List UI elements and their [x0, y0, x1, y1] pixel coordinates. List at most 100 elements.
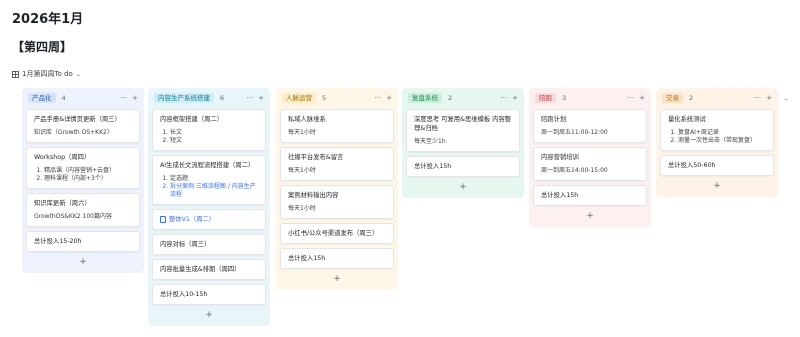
- more-icon[interactable]: ···: [374, 94, 381, 102]
- card[interactable]: 小红书/公众号渠道发布（周三）: [280, 223, 394, 244]
- card-title: 陪跑计划: [541, 116, 567, 123]
- add-card-button[interactable]: +: [26, 255, 140, 269]
- card-title: 内容营销培训: [541, 154, 579, 161]
- card-title: 内容批量生成&排期（周四）: [160, 266, 241, 273]
- card-title: 社媒平台发布&留言: [288, 154, 344, 161]
- column-trading: 交易 2 ··· + 量化系统测试 复盘AI+周记录 测量一次性出击（带现复盘）…: [656, 88, 778, 197]
- add-icon[interactable]: +: [512, 94, 518, 102]
- card-sub: 每天1小时: [288, 129, 316, 136]
- card[interactable]: 内容对标（周三）: [152, 234, 266, 255]
- card-sub: 周一到周五14:00-15:00: [541, 167, 608, 174]
- column-count: 2: [448, 93, 453, 102]
- column-count: 2: [689, 93, 694, 102]
- chevron-down-icon: ⌄: [75, 70, 81, 78]
- week-title: 【第四周】: [12, 40, 73, 54]
- card[interactable]: 总计投入10-15h: [152, 284, 266, 305]
- card[interactable]: 社媒平台发布&留言 每天1小时: [280, 147, 394, 181]
- card[interactable]: 深度思考 可复用&思维模板 内容整理&归档 每天至少1h: [406, 109, 520, 152]
- card[interactable]: 总计投入15-20h: [26, 231, 140, 252]
- add-icon[interactable]: +: [132, 94, 138, 102]
- more-icon[interactable]: ···: [246, 94, 253, 102]
- card[interactable]: AI生成长文流程流程搭建（周二） 定选题 拆分案例 三维流程图 / 内容生产流程: [152, 155, 266, 205]
- list-item[interactable]: 拆分案例 三维流程图 / 内容生产流程: [170, 183, 259, 199]
- card[interactable]: 总计投入15h: [406, 156, 520, 177]
- add-icon[interactable]: +: [766, 94, 772, 102]
- document-icon: [160, 216, 166, 223]
- doc-link[interactable]: 整体V1（周二）: [169, 215, 215, 224]
- card[interactable]: 私域人脉维系 每天1小时: [280, 109, 394, 143]
- card-sub: 知识库（Growth OS+KK2）: [34, 129, 113, 136]
- column-count: 5: [322, 93, 327, 102]
- column-tag[interactable]: 复盘系统: [408, 92, 442, 103]
- column-header: 陪跑 3 ··· +: [533, 90, 647, 105]
- column-tag[interactable]: 产品化: [28, 92, 56, 103]
- card-title: Workshop（周四）: [34, 154, 91, 161]
- card[interactable]: 量化系统测试 复盘AI+周记录 测量一次性出击（带现复盘）: [660, 109, 774, 151]
- more-icon[interactable]: ···: [627, 94, 634, 102]
- column-tag[interactable]: 内容生产系统搭建: [154, 92, 214, 103]
- column-header: 人脉运营 5 ··· +: [280, 90, 394, 105]
- card[interactable]: 总计投入15h: [533, 185, 647, 206]
- card-title: 整体V1（周二）: [160, 215, 259, 224]
- card[interactable]: 内容框架搭建（周二） 长文 短文: [152, 109, 266, 151]
- card-title: 总计投入15h: [541, 192, 579, 199]
- card-title: 内容对标（周三）: [160, 241, 211, 248]
- add-card-button[interactable]: +: [533, 209, 647, 223]
- card-title: 知识库更新（周六）: [34, 200, 91, 207]
- column-header: 交易 2 ··· +: [660, 90, 774, 105]
- card-title: AI生成长文流程流程搭建（周二）: [160, 162, 255, 169]
- view-label: 1月第四周To do: [22, 70, 73, 78]
- card-sub: 每天1小时: [288, 167, 316, 174]
- card-title: 总计投入15h: [288, 255, 326, 262]
- more-icon[interactable]: ···: [754, 94, 761, 102]
- column-network: 人脉运营 5 ··· + 私域人脉维系 每天1小时 社媒平台发布&留言 每天1小…: [276, 88, 398, 290]
- column-count: 4: [61, 93, 66, 102]
- column-tag[interactable]: 人脉运营: [282, 92, 316, 103]
- column-header: 产品化 4 ··· +: [26, 90, 140, 105]
- card[interactable]: 内容营销培训 周一到周五14:00-15:00: [533, 147, 647, 181]
- column-tag[interactable]: 陪跑: [535, 92, 556, 103]
- column-coaching: 陪跑 3 ··· + 陪跑计划 周一到周五11:00-12:00 内容营销培训 …: [529, 88, 651, 227]
- card-title: 内容框架搭建（周二）: [160, 116, 223, 123]
- card-title: 总计投入10-15h: [160, 291, 208, 298]
- add-card-button[interactable]: +: [660, 179, 774, 193]
- add-card-button[interactable]: +: [406, 180, 520, 194]
- column-count: 6: [220, 93, 225, 102]
- card[interactable]: 整体V1（周二）: [152, 209, 266, 230]
- list-item: 定选题: [170, 175, 259, 183]
- card-sub: 每天至少1h: [414, 138, 446, 145]
- list-item: 精品课（内容营销+云盘）: [44, 167, 133, 175]
- list-item: 长文: [170, 129, 259, 137]
- more-icon[interactable]: ···: [120, 94, 127, 102]
- column-header: 内容生产系统搭建 6 ··· +: [152, 90, 266, 105]
- card[interactable]: 产品手册&详情页更新（周三） 知识库（Growth OS+KK2）: [26, 109, 140, 143]
- more-icon[interactable]: ···: [500, 94, 507, 102]
- card[interactable]: 总计投入50-60h: [660, 155, 774, 176]
- list-item: 短文: [170, 137, 259, 145]
- card[interactable]: Workshop（周四） 精品课（内容营销+云盘） 理科课程（内部+3个）: [26, 147, 140, 189]
- card-sub: 每天1小时: [288, 205, 316, 212]
- add-icon[interactable]: +: [258, 94, 264, 102]
- add-card-button[interactable]: +: [280, 272, 394, 286]
- card[interactable]: 内容批量生成&排期（周四）: [152, 259, 266, 280]
- card[interactable]: 总计投入15h: [280, 248, 394, 269]
- list-item: 理科课程（内部+3个）: [44, 175, 133, 183]
- card[interactable]: 案例材料输出内容 每天1小时: [280, 185, 394, 219]
- page-title: 2026年1月: [12, 12, 84, 27]
- add-icon[interactable]: +: [386, 94, 392, 102]
- card-title: 总计投入15h: [414, 163, 452, 170]
- card-list: 长文 短文: [160, 129, 259, 145]
- card-list: 复盘AI+周记录 测量一次性出击（带现复盘）: [668, 129, 767, 145]
- card-list: 定选题 拆分案例 三维流程图 / 内容生产流程: [160, 175, 259, 199]
- grid-icon: [12, 70, 19, 78]
- add-card-button[interactable]: +: [152, 308, 266, 322]
- card-title: 案例材料输出内容: [288, 192, 339, 199]
- card-sub: 周一到周五11:00-12:00: [541, 129, 608, 136]
- card[interactable]: 知识库更新（周六） GrowthOS&KK2 100篇内容: [26, 193, 140, 227]
- add-icon[interactable]: +: [639, 94, 645, 102]
- card-title: 产品手册&详情页更新（周三）: [34, 116, 121, 123]
- card[interactable]: 陪跑计划 周一到周五11:00-12:00: [533, 109, 647, 143]
- column-tag[interactable]: 交易: [662, 92, 683, 103]
- view-selector[interactable]: 1月第四周To do ⌄: [12, 69, 81, 79]
- column-count: 3: [562, 93, 567, 102]
